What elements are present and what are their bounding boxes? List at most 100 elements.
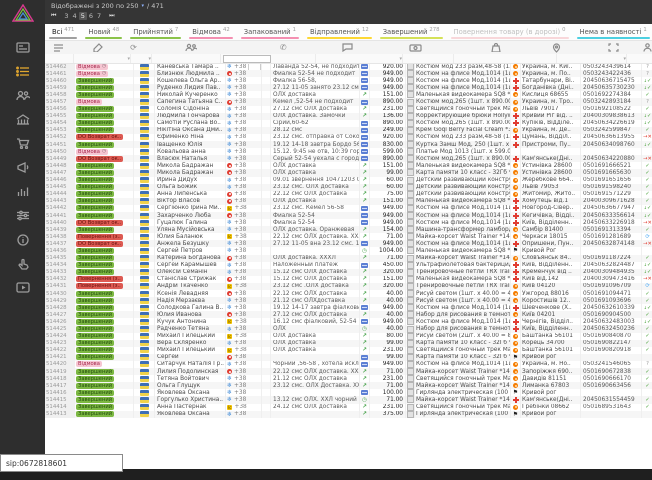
- video-tutorial-icon[interactable]: [14, 280, 32, 295]
- first-page-button[interactable]: ⏮: [51, 12, 56, 20]
- table-row[interactable]: 514424ЗавершенийМихаил Гилецькийlc+38ОЛХ…: [45, 333, 652, 340]
- table-row[interactable]: 514450Відмова◷Ковальова анна❄+3815.12. 9…: [45, 148, 652, 155]
- tab-Завершений[interactable]: Завершений278: [376, 24, 447, 40]
- sip-call-popup[interactable]: sip:0672818601: [0, 454, 123, 472]
- table-row[interactable]: 514437DO Возврат ок..Анжела Безушку❄+382…: [45, 240, 652, 247]
- status-filter[interactable]: ▾: [74, 54, 131, 63]
- settings-sliders-icon[interactable]: [14, 208, 32, 223]
- megaphone-icon[interactable]: [14, 160, 32, 175]
- table-row[interactable]: 514447ЗавершенийМикола Бадражан+38ОЛХ до…: [45, 169, 652, 176]
- tab-Нема в наявності[interactable]: Нема в наявності1: [573, 24, 652, 40]
- table-row[interactable]: 514415ЗавершенийГоргулько Христина..❄+38…: [45, 396, 652, 403]
- table-row[interactable]: 514428ЗавершенийСолодкова Галина В..❄+38…: [45, 304, 652, 311]
- table-row[interactable]: 514417ЗавершенийОльга Глущук❄+3823.12 см…: [45, 382, 652, 389]
- table-row[interactable]: 514453ЗавершенийНікітіна Оксана Дми..❄+3…: [45, 127, 652, 134]
- table-row[interactable]: 514441ЗавершенийЗахарченко Люба+38Фиалка…: [45, 212, 652, 219]
- table-row[interactable]: 514449DO Возврат ок..Власюк Наталья❄+38С…: [45, 155, 652, 162]
- table-row[interactable]: 514432Повернення (з..Станіслав Стрижак+3…: [45, 276, 652, 283]
- id-column-icon[interactable]: [45, 43, 71, 52]
- table-row[interactable]: 514413ЗавершенийЯковлева Оксана❄+38↗375.…: [45, 411, 652, 418]
- comment-filter[interactable]: ▾: [316, 54, 403, 63]
- table-row[interactable]: 514425ЗавершенийРадченко Тетяна❄+38ОЛХ◷4…: [45, 325, 652, 332]
- chat-column-icon[interactable]: [328, 43, 368, 52]
- product-column-icon[interactable]: [463, 43, 528, 52]
- tab-Відмова[interactable]: Відмова42: [185, 24, 236, 40]
- manager-column-icon[interactable]: [643, 43, 652, 52]
- address-filter[interactable]: ▾: [557, 54, 627, 63]
- table-row[interactable]: 514462Відмова◷Каневська Тамара ..❄+38Лав…: [45, 63, 652, 70]
- flag-filter[interactable]: ▾: [131, 54, 152, 63]
- table-row[interactable]: 514448ЗавершенийМикола Бадражан+38ОЛХ до…: [45, 162, 652, 169]
- table-row[interactable]: 514439ЗавершенийУляна Мусійовська❄+38ОЛХ…: [45, 226, 652, 233]
- page-button[interactable]: 6: [87, 12, 95, 20]
- location-column-icon[interactable]: [528, 43, 585, 53]
- table-row[interactable]: 514426ЗавершенийКучук Антонинаlc+3816.12…: [45, 318, 652, 325]
- stats-chart-icon[interactable]: [14, 184, 32, 199]
- table-row[interactable]: 514458ЗавершенийНиколай Кучеренко❄+38ОЛХ…: [45, 91, 652, 98]
- table-row[interactable]: 514416ЗавершенийЯковлева Оксана❄+38100.0…: [45, 389, 652, 396]
- info-icon[interactable]: [14, 232, 32, 247]
- tab-Відправлений[interactable]: Відправлений12: [303, 24, 376, 40]
- table-row[interactable]: 514433ЗавершенийОлексій Семанін❄+3815.12…: [45, 269, 652, 276]
- clients-icon[interactable]: [14, 88, 32, 103]
- table-row[interactable]: 514418ЗавершенийТетяна Войтович❄+3821.12…: [45, 375, 652, 382]
- table-row[interactable]: 514443ЗавершенийВіктор Власов+38ОЛХ дост…: [45, 198, 652, 205]
- tab-Всі[interactable]: Всі471: [45, 24, 81, 40]
- table-row[interactable]: 514444ЗавершенийАнна Липенська+3822.12 с…: [45, 191, 652, 198]
- table-row[interactable]: 514440DO Возврат ок..Гуцалюк Галина❄+38Ф…: [45, 219, 652, 226]
- phone-column-icon[interactable]: ✆: [239, 43, 328, 52]
- table-row[interactable]: 514420ВідмоваСитарчук Наталія Гр..❄+38Чо…: [45, 361, 652, 368]
- money-column-icon[interactable]: [367, 44, 463, 52]
- tab-Запакований[interactable]: Запакований1: [237, 24, 303, 40]
- table-row[interactable]: 514461Відмова◷Близнюк Людмила ..+38Фиалк…: [45, 70, 652, 77]
- dashboard-card-icon[interactable]: [14, 40, 32, 55]
- page-button[interactable]: 4: [71, 12, 79, 20]
- table-row[interactable]: 514445ЗавершенийОльга Божик❄+3823.12 смс…: [45, 184, 652, 191]
- tracking-number: 0503242893184: [581, 98, 642, 105]
- table-row[interactable]: 514414ЗавершенийАнна Пастернакlc+3824.12…: [45, 404, 652, 411]
- table-row[interactable]: 514431Повернення (з..Андрій Ткаченкоlc+3…: [45, 283, 652, 290]
- table-row[interactable]: 514438Повернення (з..Юлия Баланюкlc+3822…: [45, 233, 652, 240]
- table-row[interactable]: 514446ЗавершенийИрина Дидух❄+3809.01 зве…: [45, 177, 652, 184]
- refresh-column-icon[interactable]: ⟳: [124, 43, 143, 52]
- page-button[interactable]: 5: [79, 12, 87, 20]
- table-row[interactable]: 514436ЗавершенийСергей Петров❄+38◷1004.0…: [45, 247, 652, 254]
- table-row[interactable]: 514434ЗавершенийСергей Карамышев❄+38Нало…: [45, 262, 652, 269]
- table-row[interactable]: 514422ЗавершенийМихаил Гилецькийlc+38ОЛХ…: [45, 347, 652, 354]
- status-column-icon[interactable]: [71, 43, 124, 52]
- hand-pointer-icon[interactable]: [14, 256, 32, 271]
- payment: ◷: [360, 396, 370, 403]
- table-row[interactable]: 514442ЗавершенийСергіюнко Ірина Ми..lc+3…: [45, 205, 652, 212]
- page-button[interactable]: 7: [95, 12, 103, 20]
- phone-filter[interactable]: [221, 54, 316, 63]
- range-dropdown-caret[interactable]: ▾: [142, 3, 145, 9]
- tracking-column-icon[interactable]: [585, 43, 643, 52]
- table-row[interactable]: 514452DO Возврат ок..Єфименко Ніна❄+3823…: [45, 134, 652, 141]
- table-row[interactable]: 514435ЗавершенийКатерина Богданова+38ОЛХ…: [45, 255, 652, 262]
- cart-icon[interactable]: [14, 136, 32, 151]
- table-row[interactable]: 514455ЗавершенийЛюдмила Гончарова❄+38ОЛХ…: [45, 113, 652, 120]
- customers-column-icon[interactable]: [143, 43, 239, 52]
- table-row[interactable]: 514423ЗавершенийВера Скляренко❄+38ОЛХ до…: [45, 340, 652, 347]
- table-row[interactable]: 514459ЗавершенийРуденко Лидия Пав..❄+382…: [45, 84, 652, 91]
- product-icon-cell: [406, 63, 415, 70]
- tab-Прийнятий[interactable]: Прийнятий7: [126, 24, 185, 40]
- table-row[interactable]: 514419ЗавершенийЛилия Подолинская+3822.1…: [45, 368, 652, 375]
- warehouse-icon[interactable]: [14, 112, 32, 127]
- tab-Новий[interactable]: Новий48: [81, 24, 126, 40]
- table-row[interactable]: 514427ЗавершенийЮлия Иванова+3827.12 смс…: [45, 311, 652, 318]
- table-row[interactable]: 514451ЗавершенийІващенко Юлія❄+3819.12 1…: [45, 141, 652, 148]
- last-page-button[interactable]: ⏭: [109, 12, 114, 20]
- table-row[interactable]: 514456ЗавершенийСоломія Сідоніна❄+3827.1…: [45, 106, 652, 113]
- orders-list-icon[interactable]: [14, 64, 32, 79]
- page-button[interactable]: 3: [62, 12, 70, 20]
- tab-Повернення товару (в дорозі)[interactable]: Повернення товару (в дорозі)0: [447, 24, 573, 40]
- table-row[interactable]: 514429ЗавершенийНадія Мерзаєва❄+3821.12 …: [45, 297, 652, 304]
- table-row[interactable]: 514430ЗавершенийКсенія Левадняя+3822.12 …: [45, 290, 652, 297]
- table-row[interactable]: 514454ЗавершенийСамотій Руслана Во..❄+38…: [45, 120, 652, 127]
- phone-filter-input[interactable]: [223, 55, 271, 63]
- table-row[interactable]: 514421ЗавершенийСергей+3899.00Карта памя…: [45, 354, 652, 361]
- table-row[interactable]: 514457ВідмоваСапегина Татьяна С..+38Кеме…: [45, 98, 652, 105]
- table-row[interactable]: 514460ЗавершенийКошелева Ольга Ар..❄+38Ф…: [45, 77, 652, 84]
- app-logo[interactable]: [0, 0, 45, 26]
